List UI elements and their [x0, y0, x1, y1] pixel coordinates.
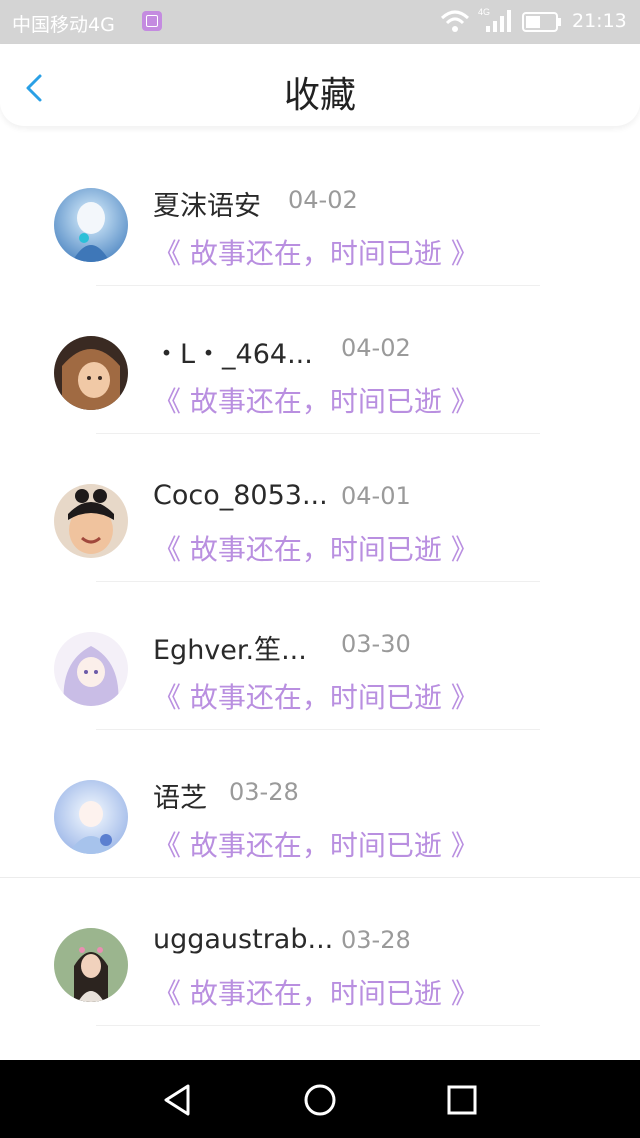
date-label: 04-01	[341, 482, 411, 510]
list-item[interactable]: 夏沫语安 04-02 《 故事还在，时间已逝 》	[0, 140, 640, 288]
signal-icon: 4G	[478, 7, 511, 32]
date-label: 03-30	[341, 630, 411, 658]
avatar[interactable]	[54, 928, 128, 1002]
divider	[96, 433, 540, 434]
username: Coco_8053...	[153, 480, 328, 511]
back-triangle-icon[interactable]	[158, 1080, 198, 1120]
username: 语芝	[153, 783, 207, 814]
username: ・L・_464...	[153, 339, 313, 370]
divider	[96, 1025, 540, 1026]
recents-square-icon[interactable]	[442, 1080, 482, 1120]
status-bar: 中国移动4G 4G 21:13	[0, 0, 640, 44]
divider	[96, 285, 540, 286]
list-item[interactable]: ・L・_464... 04-02 《 故事还在，时间已逝 》	[0, 288, 640, 436]
wifi-icon	[440, 10, 470, 32]
avatar[interactable]	[54, 780, 128, 854]
header: 收藏	[0, 44, 640, 126]
favorites-list: 夏沫语安 04-02 《 故事还在，时间已逝 》 ・L・_464... 04-0…	[0, 140, 640, 1060]
username: 夏沫语安	[153, 191, 261, 222]
home-circle-icon[interactable]	[300, 1080, 340, 1120]
list-item[interactable]: 语芝 03-28 《 故事还在，时间已逝 》	[0, 732, 640, 880]
system-navigation-bar	[0, 1060, 640, 1138]
collection-title[interactable]: 《 故事还在，时间已逝 》	[153, 528, 479, 568]
collection-title[interactable]: 《 故事还在，时间已逝 》	[153, 824, 479, 864]
divider	[96, 581, 540, 582]
list-item[interactable]: uggaustrab... 03-28 《 故事还在，时间已逝 》	[0, 880, 640, 1028]
date-label: 03-28	[229, 778, 299, 806]
username: Eghver.笙...	[153, 635, 307, 666]
collection-title[interactable]: 《 故事还在，时间已逝 》	[153, 232, 479, 272]
collection-title[interactable]: 《 故事还在，时间已逝 》	[153, 676, 479, 716]
collection-title[interactable]: 《 故事还在，时间已逝 》	[153, 972, 479, 1012]
divider	[96, 729, 540, 730]
list-item[interactable]: Coco_8053... 04-01 《 故事还在，时间已逝 》	[0, 436, 640, 584]
date-label: 04-02	[341, 334, 411, 362]
avatar[interactable]	[54, 188, 128, 262]
network-type-label: 4G	[478, 7, 490, 17]
sim-status-icon	[142, 11, 162, 31]
clock: 21:13	[572, 10, 627, 32]
date-label: 03-28	[341, 926, 411, 954]
battery-icon	[522, 12, 561, 32]
avatar[interactable]	[54, 484, 128, 558]
carrier-label: 中国移动4G	[12, 14, 115, 36]
collection-title[interactable]: 《 故事还在，时间已逝 》	[153, 380, 479, 420]
divider	[0, 877, 640, 878]
page-title: 收藏	[283, 75, 356, 116]
avatar[interactable]	[54, 336, 128, 410]
date-label: 04-02	[288, 186, 358, 214]
username: uggaustrab...	[153, 924, 334, 955]
avatar[interactable]	[54, 632, 128, 706]
list-item[interactable]: Eghver.笙... 03-30 《 故事还在，时间已逝 》	[0, 584, 640, 732]
